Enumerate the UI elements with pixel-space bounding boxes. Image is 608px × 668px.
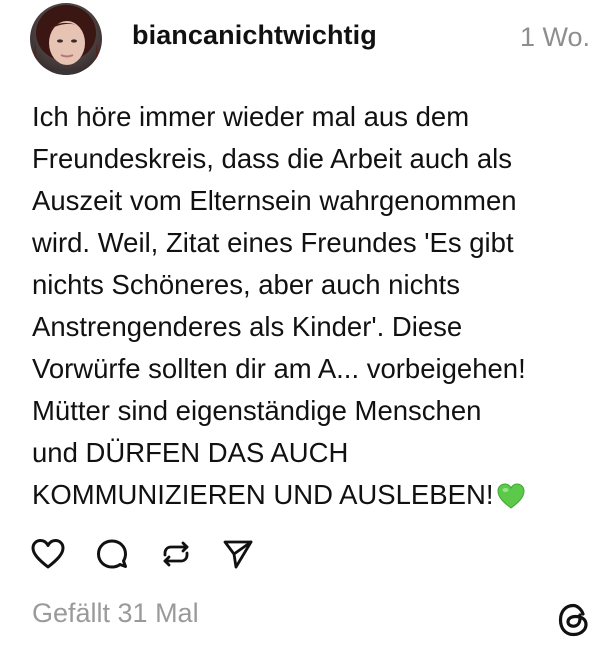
- threads-logo-icon: [556, 602, 592, 638]
- heart-icon: [31, 539, 65, 569]
- send-icon: [223, 540, 253, 569]
- comment-button[interactable]: [94, 536, 130, 572]
- avatar[interactable]: [30, 3, 102, 75]
- avatar-image: [30, 3, 102, 75]
- like-button[interactable]: [30, 536, 66, 572]
- comment-icon: [97, 539, 127, 569]
- post-timestamp: 1 Wo.: [519, 22, 590, 52]
- repost-icon: [163, 541, 189, 567]
- threads-post: biancanichtwichtig 1 Wo. Ich höre immer …: [0, 0, 608, 668]
- post-text-content: Ich höre immer wieder mal aus dem Freund…: [32, 101, 526, 510]
- post-text: Ich höre immer wieder mal aus dem Freund…: [32, 96, 602, 521]
- likes-count[interactable]: Gefällt 31 Mal: [32, 598, 199, 629]
- share-button[interactable]: [220, 536, 256, 572]
- green-heart-emoji: [497, 479, 525, 521]
- repost-button[interactable]: [158, 536, 194, 572]
- username[interactable]: biancanichtwichtig: [132, 20, 377, 51]
